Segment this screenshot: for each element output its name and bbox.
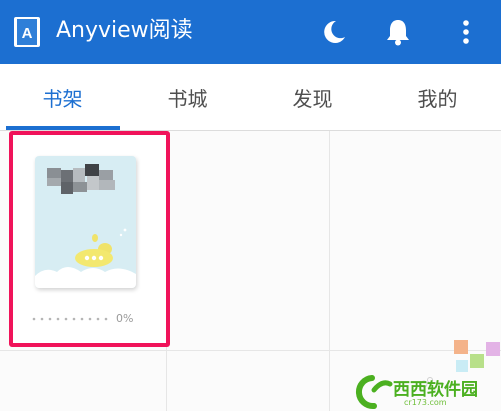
- moon-icon: [324, 20, 345, 43]
- book-item[interactable]: 0%: [9, 131, 170, 347]
- reading-progress-dots: [32, 317, 108, 321]
- more-options-button[interactable]: [446, 12, 486, 52]
- grid-divider: [0, 350, 501, 351]
- tab-discover[interactable]: 发现: [250, 64, 375, 130]
- app-logo-letter: A: [22, 25, 33, 42]
- app-logo-icon: A: [14, 17, 40, 47]
- grid-divider: [329, 131, 330, 411]
- reading-progress-text: 0%: [116, 312, 134, 325]
- app-title: Anyview阅读: [56, 18, 193, 43]
- tab-bar: 书架 书城 发现 我的: [0, 64, 501, 130]
- book-cover[interactable]: [35, 156, 136, 288]
- tab-bookstore[interactable]: 书城: [125, 64, 250, 130]
- tab-bookshelf[interactable]: 书架: [0, 64, 125, 130]
- night-mode-button[interactable]: [314, 12, 354, 52]
- submarine-illustration: [35, 228, 136, 288]
- watermark-name: 西西软件园: [393, 380, 478, 400]
- bell-icon: [387, 20, 409, 46]
- notifications-button[interactable]: [378, 12, 418, 52]
- blurred-title-mosaic: [47, 164, 115, 194]
- watermark-url: cr173.com: [404, 398, 447, 407]
- tab-mine[interactable]: 我的: [375, 64, 500, 130]
- more-vert-icon: [463, 20, 469, 44]
- app-bar: A Anyview阅读: [0, 0, 501, 64]
